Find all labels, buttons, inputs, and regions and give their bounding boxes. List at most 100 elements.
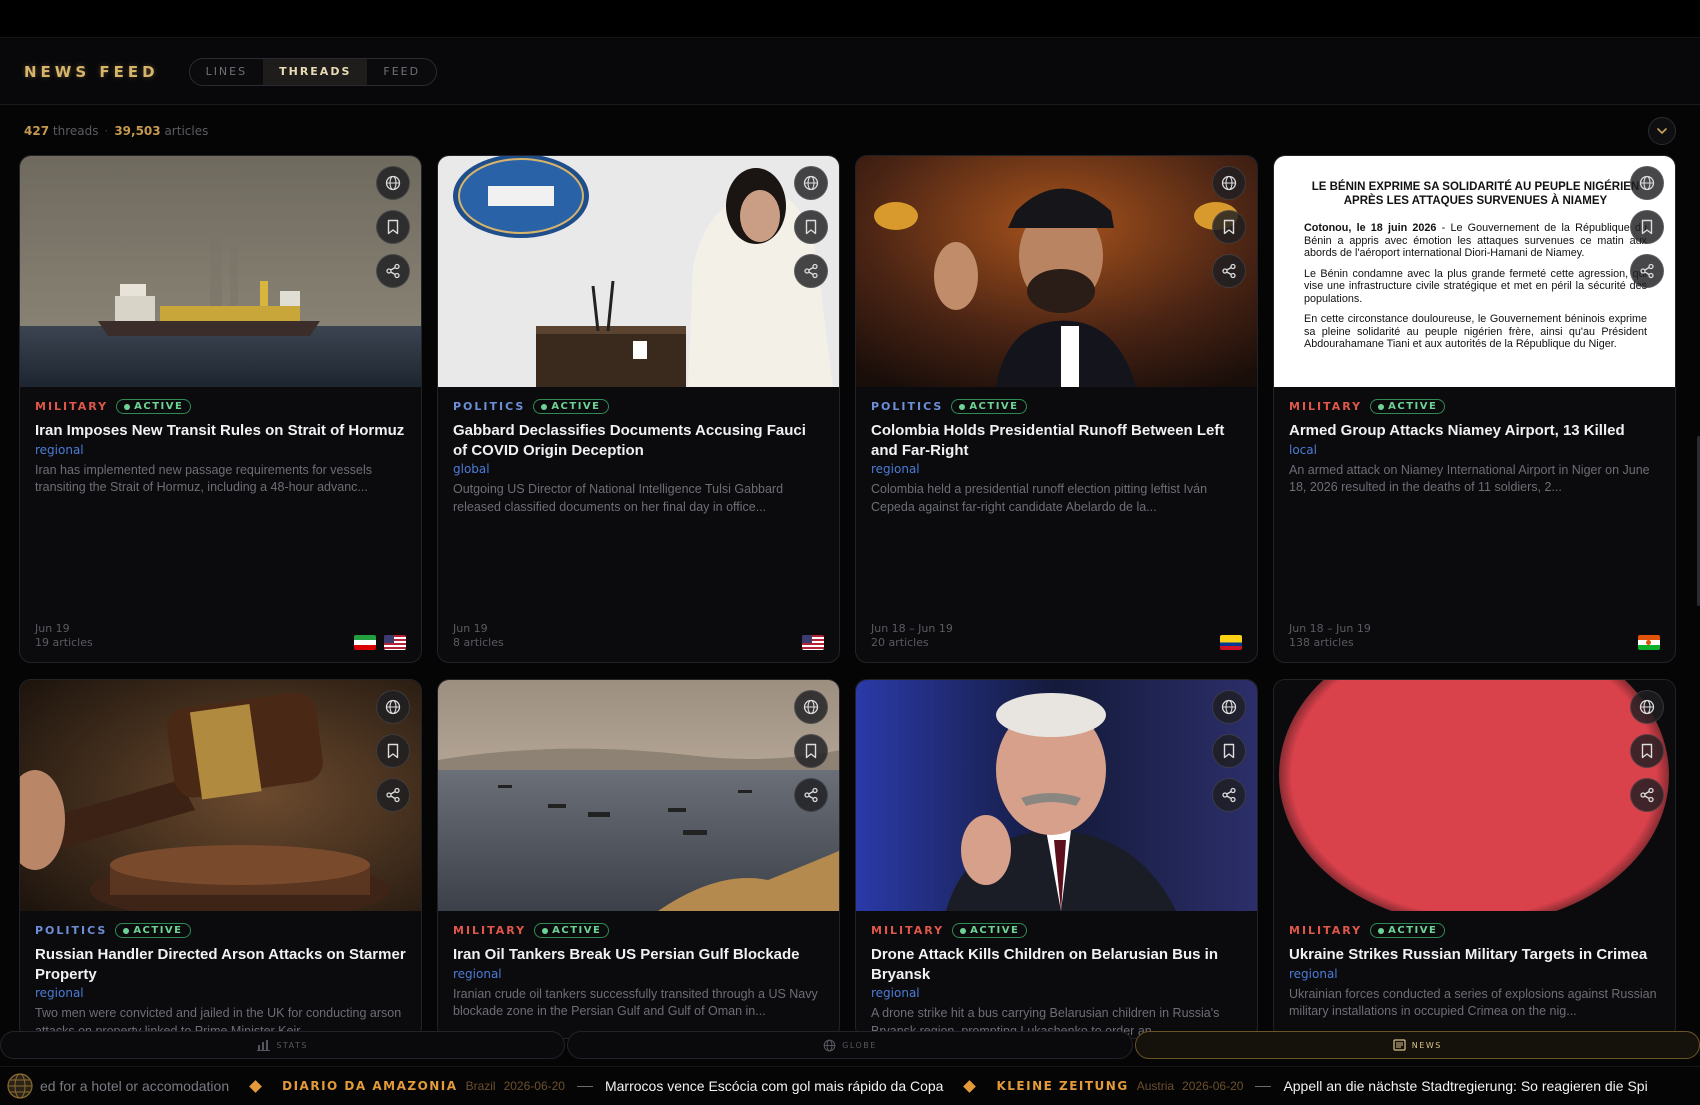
card-actions [1630,166,1664,288]
scope-label: regional [35,442,84,457]
diamond-icon [963,1079,977,1093]
globe-button[interactable] [1630,690,1664,724]
tab-feed[interactable]: FEED [367,59,436,85]
share-button[interactable] [1212,778,1246,812]
article-count-label: articles [164,124,209,138]
bookmark-button[interactable] [1212,210,1246,244]
card-meta: MILITARY ACTIVE [1289,923,1660,938]
globe-button[interactable] [376,166,410,200]
niger-flag-icon [1638,635,1660,650]
bookmark-icon [805,743,817,759]
press-release-paragraph: Cotonou, le 18 juin 2026 - Le Gouverneme… [1304,222,1647,260]
share-icon [1640,787,1654,803]
card-actions [1630,690,1664,812]
share-button[interactable] [376,254,410,288]
thread-card[interactable]: POLITICS ACTIVE Gabbard Declassifies Doc… [437,155,840,663]
card-title[interactable]: Iran Oil Tankers Break US Persian Gulf B… [453,945,824,965]
share-icon [386,263,400,279]
scope-label: regional [453,966,502,981]
globe-icon [1221,699,1237,715]
article-count: 20 articles [871,636,929,649]
bookmark-button[interactable] [1630,734,1664,768]
card-title[interactable]: Colombia Holds Presidential Runoff Betwe… [871,421,1242,460]
globe-button[interactable] [1212,690,1246,724]
thread-count: 427 [24,124,50,138]
card-body: MILITARY ACTIVE Drone Attack Kills Child… [871,923,1242,1038]
thread-card[interactable]: MILITARY ACTIVE Drone Attack Kills Child… [855,679,1258,1039]
thread-card[interactable]: POLITICS ACTIVE Colombia Holds President… [855,155,1258,663]
card-meta: MILITARY ACTIVE [35,399,406,414]
card-actions [794,166,828,288]
ticker-item[interactable]: DIARIO DA AMAZONIA Brazil 2026-06-20 Mar… [229,1078,943,1094]
thread-card[interactable]: LE BÉNIN EXPRIME SA SOLIDARITÉ AU PEUPLE… [1273,155,1676,663]
card-body: POLITICS ACTIVE Colombia Holds President… [871,399,1242,516]
diamond-icon [249,1079,262,1093]
ticker-dash [576,1085,593,1087]
collapse-button[interactable] [1648,117,1676,145]
globe-logo-icon [0,1067,40,1105]
thread-card[interactable]: MILITARY ACTIVE Iran Imposes New Transit… [19,155,422,663]
ticker-country: Brazil [465,1079,496,1093]
bookmark-button[interactable] [794,210,828,244]
ticker-item[interactable]: ed for a hotel or accomodation [40,1078,229,1094]
share-button[interactable] [376,778,410,812]
status-badge: ACTIVE [951,399,1027,414]
bookmark-button[interactable] [794,734,828,768]
share-button[interactable] [794,778,828,812]
bookmark-icon [387,219,399,235]
category-label: MILITARY [871,924,945,937]
status-label: ACTIVE [1388,401,1438,412]
globe-button[interactable] [794,690,828,724]
ticker-item[interactable]: KLEINE ZEITUNG Austria 2026-06-20 Appell… [943,1078,1648,1094]
article-count: 39,503 [114,124,161,138]
card-actions [794,690,828,812]
share-button[interactable] [1212,254,1246,288]
bookmark-button[interactable] [1630,210,1664,244]
card-title[interactable]: Armed Group Attacks Niamey Airport, 13 K… [1289,421,1660,441]
top-window-bar [0,0,1700,38]
usa-flag-icon [384,635,406,650]
status-label: ACTIVE [134,401,184,412]
nav-news-button[interactable]: NEWS [1134,1031,1700,1059]
share-icon [804,787,818,803]
category-label: MILITARY [35,400,109,413]
bookmark-icon [387,743,399,759]
share-button[interactable] [1630,254,1664,288]
globe-icon [385,175,401,191]
globe-button[interactable] [376,690,410,724]
status-badge: ACTIVE [1370,399,1446,414]
card-summary: Ukrainian forces conducted a series of e… [1289,986,1657,1019]
status-dot [542,927,549,934]
scope-label: regional [35,986,84,1000]
thread-card[interactable]: MILITARY ACTIVE Iran Oil Tankers Break U… [437,679,840,1039]
globe-icon [1639,175,1655,191]
card-summary: An armed attack on Niamey International … [1289,462,1650,495]
card-footer: Jun 19 19 articles [35,622,406,650]
bookmark-button[interactable] [376,734,410,768]
tab-lines[interactable]: LINES [190,59,264,85]
globe-button[interactable] [1630,166,1664,200]
card-title[interactable]: Drone Attack Kills Children on Belarusia… [871,945,1242,984]
card-title[interactable]: Russian Handler Directed Arson Attacks o… [35,945,406,984]
share-icon [804,263,818,279]
globe-button[interactable] [1212,166,1246,200]
card-title[interactable]: Iran Imposes New Transit Rules on Strait… [35,421,406,441]
share-button[interactable] [1630,778,1664,812]
thread-count-bar: 427 threads · 39,503 articles [0,108,1700,154]
share-button[interactable] [794,254,828,288]
ticker-source: KLEINE ZEITUNG [996,1079,1129,1093]
card-title[interactable]: Gabbard Declassifies Documents Accusing … [453,421,824,460]
card-actions [1212,690,1246,812]
thread-card[interactable]: POLITICS ACTIVE Russian Handler Directed… [19,679,422,1039]
nav-globe-button[interactable]: GLOBE [567,1031,1133,1059]
nav-stats-button[interactable]: STATS [0,1031,566,1059]
press-release-dateline: Cotonou, le 18 juin 2026 [1304,222,1437,234]
card-title[interactable]: Ukraine Strikes Russian Military Targets… [1289,945,1660,965]
app-header: NEWS FEED LINES THREADS FEED [0,39,1700,105]
category-label: POLITICS [871,400,944,413]
tab-threads[interactable]: THREADS [263,58,368,85]
thread-card[interactable]: MILITARY ACTIVE Ukraine Strikes Russian … [1273,679,1676,1039]
bookmark-button[interactable] [1212,734,1246,768]
bookmark-button[interactable] [376,210,410,244]
globe-button[interactable] [794,166,828,200]
